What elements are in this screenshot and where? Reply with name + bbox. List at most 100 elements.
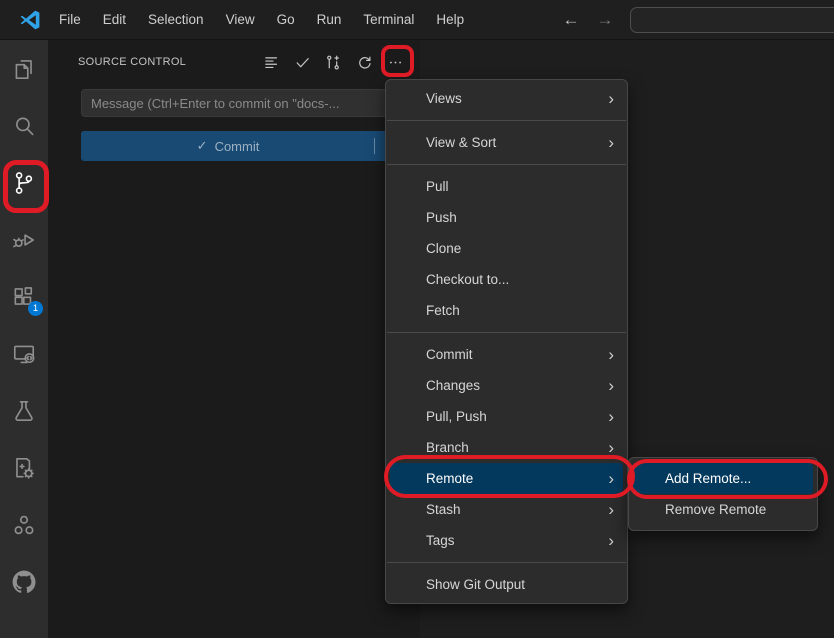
- menu-item-label: Views: [426, 91, 462, 106]
- files-icon: [11, 56, 37, 82]
- source-control-icon: [11, 170, 37, 196]
- menu-item-views[interactable]: Views ›: [386, 83, 627, 114]
- menu-item-label: Remove Remote: [665, 502, 766, 517]
- source-control-sidebar: SOURCE CONTROL: [48, 40, 420, 638]
- source-control-context-menu: Views › View & Sort › Pull Push Clone Ch…: [385, 79, 628, 604]
- vscode-logo-icon: [18, 8, 42, 32]
- chevron-right-icon: ›: [608, 532, 614, 549]
- menu-item-pull-push[interactable]: Pull, Push ›: [386, 401, 627, 432]
- activity-bar: 1: [0, 40, 48, 638]
- menu-separator: [387, 164, 626, 165]
- menu-item-label: Fetch: [426, 303, 460, 318]
- activity-organization[interactable]: [0, 496, 48, 553]
- search-input[interactable]: [630, 7, 834, 33]
- menu-run[interactable]: Run: [306, 5, 353, 35]
- organization-icon: [11, 512, 37, 538]
- menu-item-label: View & Sort: [426, 135, 496, 150]
- menu-item-label: Pull, Push: [426, 409, 487, 424]
- chevron-right-icon: ›: [608, 134, 614, 151]
- menu-item-checkout-to[interactable]: Checkout to...: [386, 264, 627, 295]
- remote-explorer-icon: [11, 341, 37, 367]
- menu-terminal[interactable]: Terminal: [352, 5, 425, 35]
- menu-item-changes[interactable]: Changes ›: [386, 370, 627, 401]
- menu-item-show-git-output[interactable]: Show Git Output: [386, 569, 627, 600]
- create-pull-request-button[interactable]: [323, 52, 343, 72]
- refresh-icon: [356, 54, 373, 71]
- activity-testing[interactable]: [0, 382, 48, 439]
- github-icon: [11, 569, 37, 595]
- commit-action-button[interactable]: [292, 52, 312, 72]
- menubar: File Edit Selection View Go Run Terminal…: [48, 5, 475, 35]
- menu-item-branch[interactable]: Branch ›: [386, 432, 627, 463]
- activity-github[interactable]: [0, 553, 48, 610]
- menu-item-pull[interactable]: Pull: [386, 171, 627, 202]
- search-icon: [11, 113, 37, 139]
- commit-dropdown-divider: [374, 138, 375, 154]
- menu-item-label: Commit: [426, 347, 473, 362]
- titlebar: File Edit Selection View Go Run Terminal…: [0, 0, 834, 40]
- menu-item-label: Show Git Output: [426, 577, 525, 592]
- menu-file[interactable]: File: [48, 5, 92, 35]
- menu-item-label: Stash: [426, 502, 461, 517]
- menu-item-fetch[interactable]: Fetch: [386, 295, 627, 326]
- sidebar-title: SOURCE CONTROL: [78, 56, 186, 68]
- git-pull-request-create-icon: [325, 54, 342, 71]
- menu-go[interactable]: Go: [266, 5, 306, 35]
- commit-message-input[interactable]: [81, 89, 412, 117]
- chevron-right-icon: ›: [608, 377, 614, 394]
- menu-item-tags[interactable]: Tags ›: [386, 525, 627, 556]
- chevron-right-icon: ›: [608, 346, 614, 363]
- chevron-right-icon: ›: [608, 439, 614, 456]
- menu-item-label: Tags: [426, 533, 455, 548]
- chevron-right-icon: ›: [608, 90, 614, 107]
- menu-item-label: Pull: [426, 179, 449, 194]
- menu-item-label: Push: [426, 210, 457, 225]
- refresh-button[interactable]: [354, 52, 374, 72]
- menu-item-add-remote[interactable]: Add Remote...: [633, 463, 813, 494]
- extensions-badge: 1: [28, 301, 43, 316]
- activity-run-and-debug[interactable]: [0, 211, 48, 268]
- navigate-back-icon[interactable]: ←: [558, 0, 584, 40]
- commit-button[interactable]: ✓ Commit: [81, 131, 412, 161]
- commit-button-label: Commit: [215, 139, 260, 154]
- activity-extensions[interactable]: 1: [0, 268, 48, 325]
- view-as-list-button[interactable]: [261, 52, 281, 72]
- check-icon: ✓: [197, 138, 208, 154]
- activity-source-control[interactable]: [0, 154, 48, 211]
- run-debug-icon: [11, 227, 37, 253]
- activity-cpp-tools[interactable]: [0, 439, 48, 496]
- menu-separator: [387, 562, 626, 563]
- activity-explorer[interactable]: [0, 40, 48, 97]
- view-as-list-icon: [263, 54, 280, 71]
- menu-item-commit[interactable]: Commit ›: [386, 339, 627, 370]
- activity-search[interactable]: [0, 97, 48, 154]
- source-control-toolbar: [261, 52, 405, 72]
- menu-view[interactable]: View: [215, 5, 266, 35]
- more-actions-button[interactable]: [385, 52, 405, 72]
- chevron-right-icon: ›: [608, 408, 614, 425]
- menu-item-view-and-sort[interactable]: View & Sort ›: [386, 127, 627, 158]
- menu-selection[interactable]: Selection: [137, 5, 215, 35]
- activity-remote-explorer[interactable]: [0, 325, 48, 382]
- menu-item-remote[interactable]: Remote ›: [390, 463, 623, 494]
- menu-edit[interactable]: Edit: [92, 5, 137, 35]
- menu-separator: [387, 120, 626, 121]
- menu-item-push[interactable]: Push: [386, 202, 627, 233]
- menu-item-label: Changes: [426, 378, 480, 393]
- more-actions-icon: [387, 54, 404, 71]
- menu-item-clone[interactable]: Clone: [386, 233, 627, 264]
- menu-separator: [387, 332, 626, 333]
- menu-item-label: Checkout to...: [426, 272, 509, 287]
- menu-item-label: Remote: [426, 471, 473, 486]
- menu-item-label: Add Remote...: [665, 471, 751, 486]
- beaker-icon: [11, 398, 37, 424]
- chevron-right-icon: ›: [608, 501, 614, 518]
- chevron-right-icon: ›: [608, 470, 614, 487]
- navigate-forward-icon[interactable]: →: [592, 0, 618, 40]
- menu-item-label: Clone: [426, 241, 461, 256]
- menu-help[interactable]: Help: [425, 5, 475, 35]
- sidebar-header: SOURCE CONTROL: [48, 40, 420, 84]
- menu-item-stash[interactable]: Stash ›: [386, 494, 627, 525]
- check-icon: [294, 54, 311, 71]
- menu-item-remove-remote[interactable]: Remove Remote: [629, 494, 817, 525]
